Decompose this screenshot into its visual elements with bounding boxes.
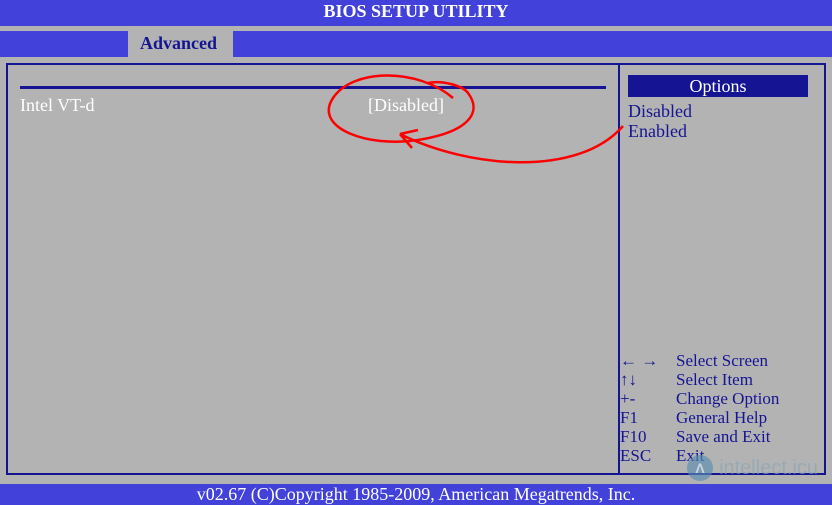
watermark-text: intellect.icu bbox=[719, 457, 818, 480]
setting-label: Intel VT-d bbox=[20, 95, 368, 116]
help-key: ESC bbox=[620, 446, 676, 465]
watermark: Λ intellect.icu bbox=[687, 455, 818, 481]
help-select-screen: ← → Select Screen bbox=[620, 351, 816, 370]
help-save-exit: F10 Save and Exit bbox=[620, 427, 816, 446]
help-general-help: F1 General Help bbox=[620, 408, 816, 427]
title-text: BIOS SETUP UTILITY bbox=[323, 1, 508, 21]
title-bar: BIOS SETUP UTILITY bbox=[0, 0, 832, 26]
tab-bar: Advanced bbox=[0, 31, 832, 57]
options-header: Options bbox=[628, 75, 808, 97]
settings-pane: Intel VT-d [Disabled] bbox=[8, 65, 620, 473]
footer-bar: v02.67 (C)Copyright 1985-2009, American … bbox=[0, 484, 832, 505]
help-key: F10 bbox=[620, 427, 676, 446]
help-desc: Select Item bbox=[676, 370, 753, 389]
watermark-icon: Λ bbox=[687, 455, 713, 481]
help-change-option: +- Change Option bbox=[620, 389, 816, 408]
pane-underline bbox=[20, 73, 606, 89]
help-key: +- bbox=[620, 389, 676, 408]
options-pane: Options Disabled Enabled ← → Select Scre… bbox=[620, 65, 824, 473]
tab-advanced[interactable]: Advanced bbox=[128, 31, 233, 57]
footer-text: v02.67 (C)Copyright 1985-2009, American … bbox=[197, 484, 635, 504]
help-key: ↑↓ bbox=[620, 370, 676, 389]
option-enabled[interactable]: Enabled bbox=[628, 121, 820, 141]
help-desc: Save and Exit bbox=[676, 427, 770, 446]
help-desc: General Help bbox=[676, 408, 767, 427]
help-key: ← → bbox=[620, 351, 676, 370]
help-select-item: ↑↓ Select Item bbox=[620, 370, 816, 389]
help-keys: ← → Select Screen ↑↓ Select Item +- Chan… bbox=[620, 351, 816, 465]
tab-spacer bbox=[0, 31, 128, 57]
help-desc: Change Option bbox=[676, 389, 779, 408]
main-frame: Intel VT-d [Disabled] Options Disabled E… bbox=[6, 63, 826, 475]
setting-intel-vtd[interactable]: Intel VT-d [Disabled] bbox=[20, 95, 606, 116]
options-list: Disabled Enabled bbox=[628, 101, 820, 141]
help-desc: Select Screen bbox=[676, 351, 768, 370]
setting-value: [Disabled] bbox=[368, 95, 444, 116]
help-key: F1 bbox=[620, 408, 676, 427]
option-disabled[interactable]: Disabled bbox=[628, 101, 820, 121]
